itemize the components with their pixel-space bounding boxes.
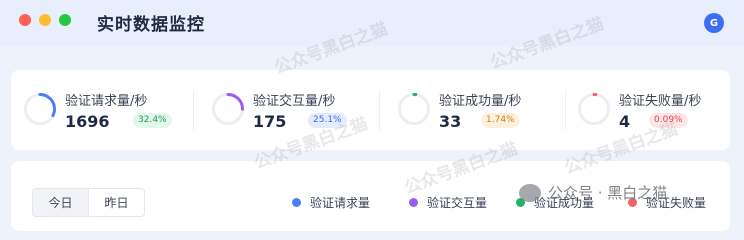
percent-badge: 1.74% [481,113,520,128]
percent-badge: 25.1% [308,113,347,128]
progress-ring-icon [578,93,610,125]
stat-value: 175 [253,112,287,131]
progress-ring-icon [24,93,56,125]
percent-badge: 32.4% [133,113,172,128]
stat-value: 4 [619,112,631,131]
stats-card: 验证请求量/秒 1696 32.4% 验证交互量/秒 175 25.1% 验证成… [11,70,730,150]
stat-success: 验证成功量/秒 33 1.74% [397,70,567,150]
divider [193,90,194,130]
legend-item-requests[interactable]: 验证请求量 [292,194,370,211]
stat-label: 验证交互量/秒 [253,94,336,109]
stat-failure: 验证失败量/秒 4 0.09% [577,70,727,150]
chat-bubble-icon [519,183,541,202]
page-title: 实时数据监控 [97,15,205,35]
stat-label: 验证请求量/秒 [65,94,148,109]
stat-requests: 验证请求量/秒 1696 32.4% [23,70,193,150]
maximize-window-button[interactable] [59,14,71,26]
divider [565,90,566,130]
divider [379,90,380,130]
date-tabs: 今日 昨日 [32,188,145,217]
close-window-button[interactable] [19,14,31,26]
brand-watermark: 公众号 · 黑白之猫 [519,182,667,203]
progress-ring-icon [212,93,244,125]
progress-ring-icon [398,93,430,125]
legend-swatch [292,198,301,207]
minimize-window-button[interactable] [39,14,51,26]
stat-value: 33 [439,112,462,131]
brand-text: 公众号 · 黑白之猫 [548,184,668,202]
stat-label: 验证成功量/秒 [439,94,522,109]
title-bar: 实时数据监控 G [0,0,744,46]
avatar[interactable]: G [704,13,724,33]
legend-item-interactions[interactable]: 验证交互量 [409,194,487,211]
tab-today[interactable]: 今日 [33,189,88,216]
percent-badge: 0.09% [649,113,688,128]
legend-label: 验证请求量 [310,196,371,210]
legend-label: 验证交互量 [427,196,488,210]
legend-swatch [409,198,418,207]
tab-yesterday[interactable]: 昨日 [88,189,144,216]
stat-interactions: 验证交互量/秒 175 25.1% [211,70,381,150]
stat-label: 验证失败量/秒 [619,94,702,109]
stat-value: 1696 [65,112,110,131]
